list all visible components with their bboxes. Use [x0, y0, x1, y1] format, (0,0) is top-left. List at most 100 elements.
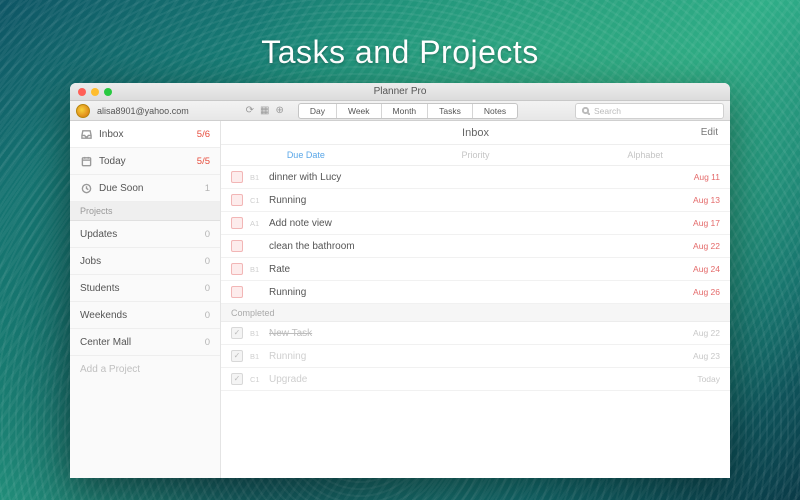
task-title: Running [269, 287, 686, 298]
sort-tabs: Due DatePriorityAlphabet [221, 145, 730, 166]
task-priority: B1 [250, 173, 262, 182]
task-date: Aug 24 [693, 264, 720, 274]
task-checkbox[interactable] [231, 373, 243, 385]
task-date: Aug 13 [693, 195, 720, 205]
add-project-button[interactable]: Add a Project [70, 356, 220, 383]
task-date: Aug 11 [694, 172, 720, 182]
sort-tab-due-date[interactable]: Due Date [221, 145, 391, 165]
sidebar-item-label: Due Soon [99, 183, 198, 194]
sidebar-project-weekends[interactable]: Weekends 0 [70, 302, 220, 329]
task-row[interactable]: clean the bathroom Aug 22 [221, 235, 730, 258]
search-icon [582, 107, 590, 115]
sidebar-project-updates[interactable]: Updates 0 [70, 221, 220, 248]
view-tab-notes[interactable]: Notes [473, 104, 517, 118]
main-pane: Inbox Edit Due DatePriorityAlphabet B1 di… [221, 121, 730, 478]
task-checkbox[interactable] [231, 263, 243, 275]
task-date: Aug 22 [693, 328, 720, 338]
search-placeholder: Search [594, 106, 621, 116]
sidebar-item-count: 1 [205, 183, 210, 194]
sort-tab-priority[interactable]: Priority [391, 145, 561, 165]
sort-tab-alphabet[interactable]: Alphabet [560, 145, 730, 165]
task-row[interactable]: B1 dinner with Lucy Aug 11 [221, 166, 730, 189]
search-field[interactable]: Search [575, 103, 724, 119]
add-icon[interactable]: ⊕ [275, 105, 283, 116]
sidebar-item-count: 0 [205, 310, 210, 321]
sidebar-item-due-soon[interactable]: Due Soon 1 [70, 175, 220, 202]
task-priority: B1 [250, 352, 262, 361]
task-priority: B1 [250, 329, 262, 338]
task-row[interactable]: A1 Add note view Aug 17 [221, 212, 730, 235]
sidebar-project-center-mall[interactable]: Center Mall 0 [70, 329, 220, 356]
sidebar-item-label: Inbox [99, 129, 190, 140]
titlebar: Planner Pro [70, 83, 730, 101]
task-date: Aug 23 [693, 351, 720, 361]
task-row[interactable]: C1 Upgrade Today [221, 368, 730, 391]
task-date: Aug 22 [693, 241, 720, 251]
task-row[interactable]: C1 Running Aug 13 [221, 189, 730, 212]
view-tab-tasks[interactable]: Tasks [428, 104, 473, 118]
task-title: Upgrade [269, 374, 690, 385]
calendar-icon [80, 155, 92, 167]
sidebar-item-count: 0 [205, 256, 210, 267]
task-title: Rate [269, 264, 686, 275]
view-tab-week[interactable]: Week [337, 104, 382, 118]
sidebar-item-inbox[interactable]: Inbox 5/6 [70, 121, 220, 148]
window-title: Planner Pro [70, 86, 730, 97]
task-checkbox[interactable] [231, 240, 243, 252]
sidebar-item-label: Jobs [80, 256, 198, 267]
sidebar: Inbox 5/6 Today 5/5 Due Soon 1 Projects Updat… [70, 121, 221, 478]
task-title: New Task [269, 328, 686, 339]
sidebar-item-count: 0 [205, 283, 210, 294]
sidebar-item-count: 0 [205, 229, 210, 240]
sidebar-item-count: 5/6 [197, 129, 210, 140]
sidebar-item-label: Students [80, 283, 198, 294]
task-priority: C1 [250, 196, 262, 205]
completed-section-header: Completed [221, 304, 730, 322]
task-row[interactable]: Running Aug 26 [221, 281, 730, 304]
task-checkbox[interactable] [231, 217, 243, 229]
task-checkbox[interactable] [231, 286, 243, 298]
sidebar-item-label: Updates [80, 229, 198, 240]
view-tab-month[interactable]: Month [382, 104, 429, 118]
task-checkbox[interactable] [231, 327, 243, 339]
task-date: Aug 17 [693, 218, 720, 228]
user-avatar[interactable] [76, 104, 90, 118]
sidebar-item-label: Center Mall [80, 337, 198, 348]
grid-icon[interactable]: ▦ [260, 105, 269, 116]
task-date: Today [697, 374, 720, 384]
inbox-icon [80, 128, 92, 140]
task-row[interactable]: B1 New Task Aug 22 [221, 322, 730, 345]
task-date: Aug 26 [693, 287, 720, 297]
toolbar: alisa8901@yahoo.com ⟳ ▦ ⊕ DayWeekMonthTa… [70, 101, 730, 121]
task-checkbox[interactable] [231, 194, 243, 206]
task-title: Add note view [269, 218, 686, 229]
task-title: clean the bathroom [269, 241, 686, 252]
list-title: Inbox [221, 127, 730, 139]
app-window: Planner Pro alisa8901@yahoo.com ⟳ ▦ ⊕ Da… [70, 83, 730, 478]
sidebar-item-today[interactable]: Today 5/5 [70, 148, 220, 175]
sidebar-item-count: 0 [205, 337, 210, 348]
task-priority: A1 [250, 219, 262, 228]
task-checkbox[interactable] [231, 350, 243, 362]
sidebar-item-count: 5/5 [197, 156, 210, 167]
projects-section-header: Projects [70, 202, 220, 221]
task-priority: B1 [250, 265, 262, 274]
sidebar-project-jobs[interactable]: Jobs 0 [70, 248, 220, 275]
task-title: dinner with Lucy [269, 172, 687, 183]
task-row[interactable]: B1 Running Aug 23 [221, 345, 730, 368]
sidebar-item-label: Today [99, 156, 190, 167]
task-row[interactable]: B1 Rate Aug 24 [221, 258, 730, 281]
view-tab-day[interactable]: Day [299, 104, 337, 118]
view-segmented-control: DayWeekMonthTasksNotes [298, 103, 518, 119]
sidebar-project-students[interactable]: Students 0 [70, 275, 220, 302]
marketing-caption: Tasks and Projects [0, 34, 800, 71]
task-priority: C1 [250, 375, 262, 384]
task-checkbox[interactable] [231, 171, 243, 183]
user-email: alisa8901@yahoo.com [97, 106, 189, 116]
clock-icon [80, 182, 92, 194]
sync-icon[interactable]: ⟳ [246, 105, 254, 116]
edit-button[interactable]: Edit [701, 127, 718, 138]
sidebar-item-label: Weekends [80, 310, 198, 321]
task-title: Running [269, 351, 686, 362]
task-title: Running [269, 195, 686, 206]
